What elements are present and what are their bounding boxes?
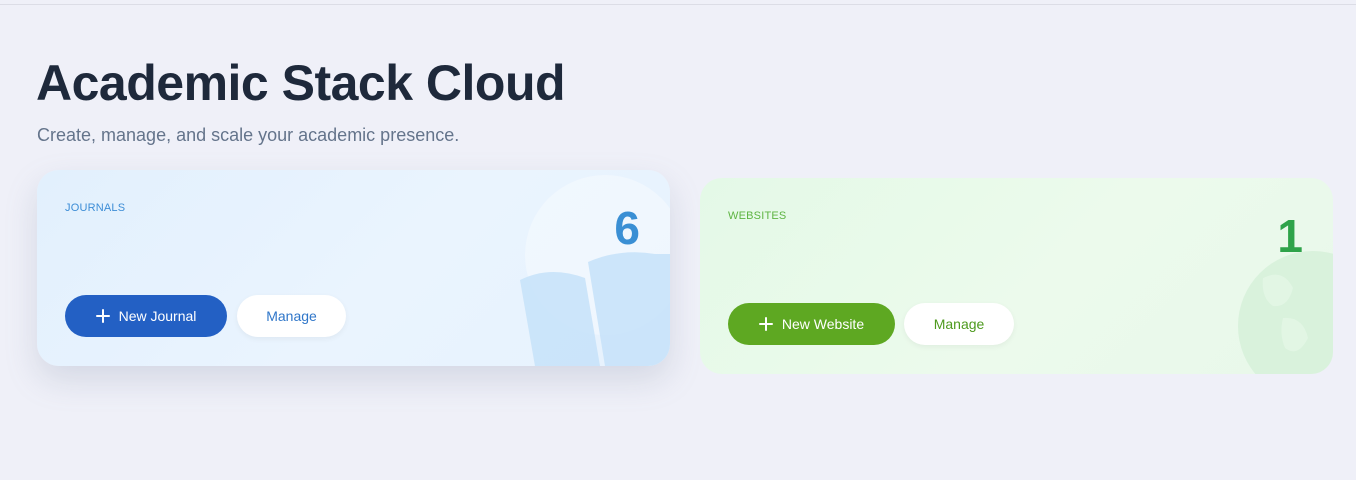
- card-label: JOURNALS: [65, 202, 126, 214]
- journal-count: 6: [614, 202, 640, 254]
- manage-websites-button[interactable]: Manage: [904, 303, 1014, 345]
- new-website-button[interactable]: New Website: [728, 303, 895, 345]
- globe-icon: [1238, 251, 1333, 374]
- card-label: WEBSITES: [728, 210, 787, 222]
- book-icon: [520, 175, 670, 366]
- top-divider: [0, 4, 1356, 5]
- button-label: New Journal: [118, 308, 197, 324]
- manage-journals-button[interactable]: Manage: [237, 295, 346, 337]
- new-journal-button[interactable]: New Journal: [65, 295, 227, 337]
- button-label: New Website: [781, 316, 865, 332]
- page-title: Academic Stack Cloud: [36, 55, 566, 111]
- journals-card: JOURNALS 6 New Journal Manage: [37, 170, 670, 366]
- websites-card: WEBSITES 1 New Website Manage: [700, 178, 1333, 374]
- page-subtitle: Create, manage, and scale your academic …: [37, 125, 460, 145]
- plus-icon: [95, 309, 110, 323]
- website-count: 1: [1277, 210, 1303, 262]
- plus-icon: [758, 317, 773, 331]
